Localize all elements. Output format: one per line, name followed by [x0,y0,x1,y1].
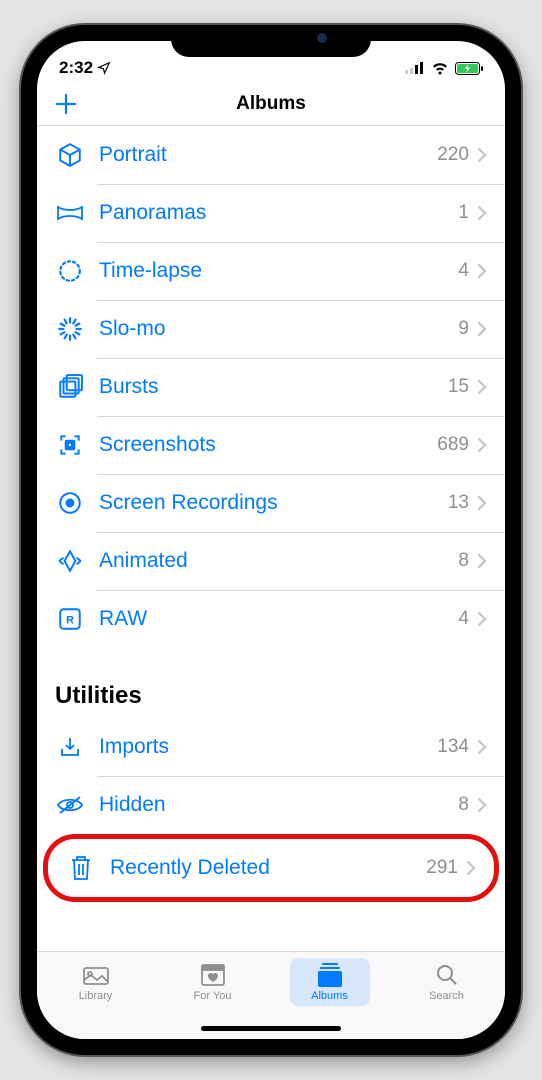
tab-search[interactable]: Search [407,958,487,1006]
media-row-slo-mo[interactable]: Slo-mo9 [37,300,505,358]
chevron-right-icon [477,437,487,453]
utilities-header: Utilities [37,648,505,718]
chevron-right-icon [477,379,487,395]
media-types-section: Portrait220Panoramas1Time-lapse4Slo-mo9B… [37,126,505,648]
nav-bar: Albums [37,85,505,126]
status-left: 2:32 [59,58,111,78]
row-label: Screenshots [99,433,437,457]
animated-icon [55,548,85,574]
tab-label: Library [79,990,113,1002]
row-label: Portrait [99,143,437,167]
row-count: 134 [437,736,469,758]
screenshot-icon [55,432,85,458]
cube-icon [55,142,85,168]
utility-row-hidden[interactable]: Hidden8 [37,776,505,834]
library-icon [82,964,110,986]
row-count: 13 [448,492,469,514]
row-label: Time-lapse [99,259,458,283]
row-count: 689 [437,434,469,456]
content-list: Portrait220Panoramas1Time-lapse4Slo-mo9B… [37,126,505,951]
home-indicator[interactable] [201,1026,341,1031]
row-count: 15 [448,376,469,398]
location-icon [97,61,111,75]
chevron-right-icon [477,205,487,221]
plus-icon [55,93,77,115]
chevron-right-icon [477,147,487,163]
pano-icon [55,204,85,222]
media-row-screenshots[interactable]: Screenshots689 [37,416,505,474]
row-label: Bursts [99,375,448,399]
media-row-animated[interactable]: Animated8 [37,532,505,590]
battery-icon [455,62,483,75]
row-label: RAW [99,607,458,631]
tab-foryou[interactable]: For You [173,958,253,1006]
row-count: 220 [437,144,469,166]
status-time: 2:32 [59,58,93,78]
hidden-icon [55,795,85,815]
nav-title: Albums [37,93,505,115]
tab-label: For You [194,990,232,1002]
row-label: Panoramas [99,201,458,225]
media-row-screen-recordings[interactable]: Screen Recordings13 [37,474,505,532]
record-icon [55,490,85,516]
tab-label: Albums [311,990,348,1002]
row-count: 1 [458,202,469,224]
chevron-right-icon [466,860,476,876]
cellular-icon [405,62,425,74]
add-button[interactable] [55,93,77,115]
status-right [405,62,483,75]
row-label: Slo-mo [99,317,458,341]
chevron-right-icon [477,739,487,755]
row-label: Screen Recordings [99,491,448,515]
screen: 2:32 Albums Portrait220Panoramas1Time-la… [37,41,505,1039]
search-icon [435,963,459,987]
chevron-right-icon [477,263,487,279]
utility-row-recently-deleted[interactable]: Recently Deleted291 [48,839,494,897]
chevron-right-icon [477,553,487,569]
raw-icon: R [55,606,85,632]
row-count: 291 [426,857,458,879]
trash-icon [66,855,96,881]
media-row-raw[interactable]: R RAW4 [37,590,505,648]
notch [171,25,371,57]
timelapse-icon [55,258,85,284]
row-count: 4 [458,260,469,282]
row-label: Recently Deleted [110,856,426,880]
row-count: 8 [458,794,469,816]
row-label: Imports [99,735,437,759]
media-row-panoramas[interactable]: Panoramas1 [37,184,505,242]
phone-frame: 2:32 Albums Portrait220Panoramas1Time-la… [21,25,521,1055]
chevron-right-icon [477,321,487,337]
row-count: 9 [458,318,469,340]
albums-icon [316,963,344,987]
tab-label: Search [429,990,464,1002]
chevron-right-icon [477,495,487,511]
media-row-bursts[interactable]: Bursts15 [37,358,505,416]
row-label: Hidden [99,793,458,817]
row-label: Animated [99,549,458,573]
row-count: 4 [458,608,469,630]
highlight-ring: Recently Deleted291 [43,834,499,902]
chevron-right-icon [477,797,487,813]
utilities-section: Imports134Hidden8Recently Deleted291 [37,718,505,902]
svg-text:R: R [66,614,74,626]
tab-albums[interactable]: Albums [290,958,370,1006]
media-row-portrait[interactable]: Portrait220 [37,126,505,184]
chevron-right-icon [477,611,487,627]
import-icon [55,735,85,759]
foryou-icon [200,963,226,987]
slomo-icon [55,316,85,342]
tab-library[interactable]: Library [56,958,136,1006]
utility-row-imports[interactable]: Imports134 [37,718,505,776]
wifi-icon [431,62,449,75]
row-count: 8 [458,550,469,572]
media-row-time-lapse[interactable]: Time-lapse4 [37,242,505,300]
bursts-icon [55,374,85,400]
